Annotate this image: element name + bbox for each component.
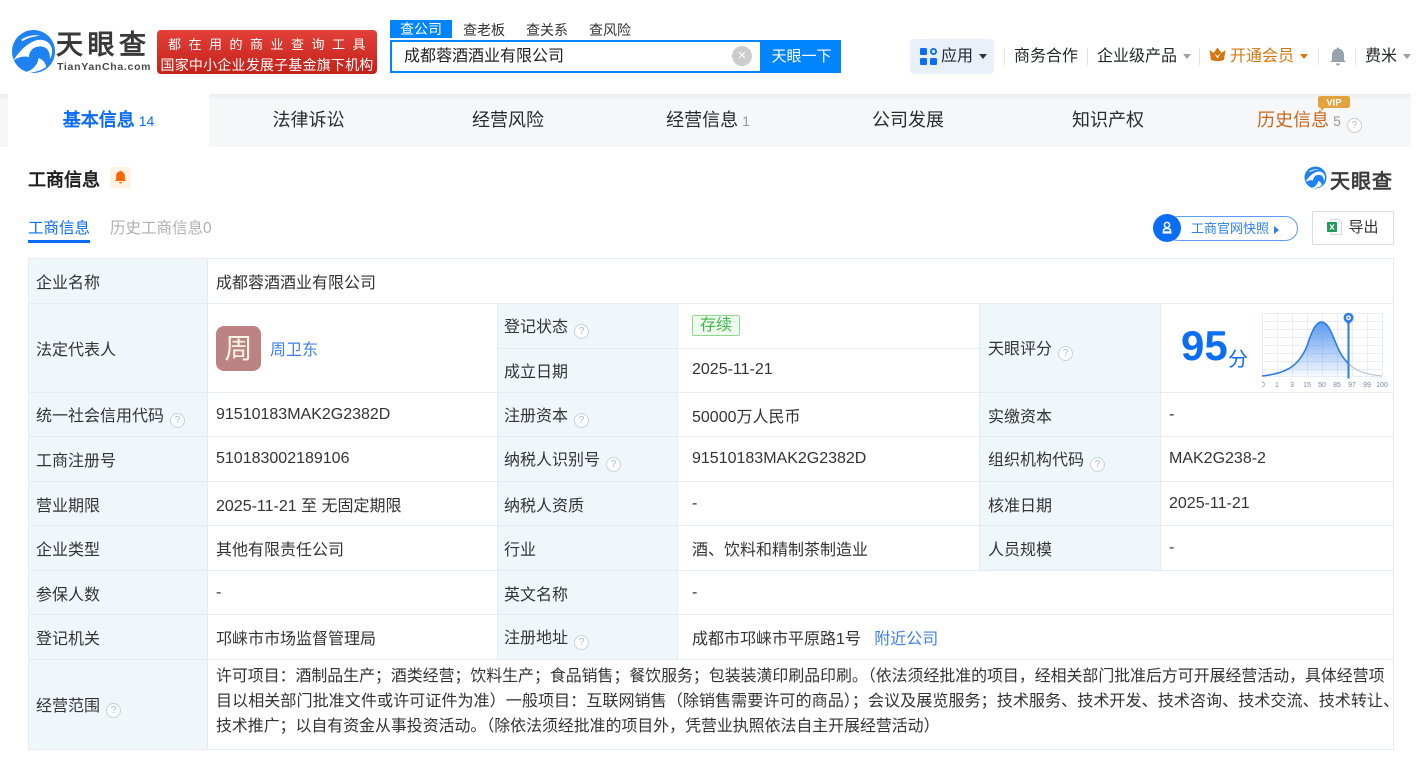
svg-text:VIP: VIP [1326, 98, 1342, 109]
svg-text:85: 85 [1333, 382, 1341, 389]
svg-text:100: 100 [1376, 382, 1388, 389]
svg-text:99: 99 [1363, 382, 1371, 389]
svg-text:3: 3 [1290, 382, 1294, 389]
svg-text:97: 97 [1348, 382, 1356, 389]
svg-text:0: 0 [1262, 382, 1265, 389]
svg-text:1: 1 [1275, 382, 1279, 389]
svg-text:50: 50 [1318, 382, 1326, 389]
svg-text:15: 15 [1303, 382, 1311, 389]
